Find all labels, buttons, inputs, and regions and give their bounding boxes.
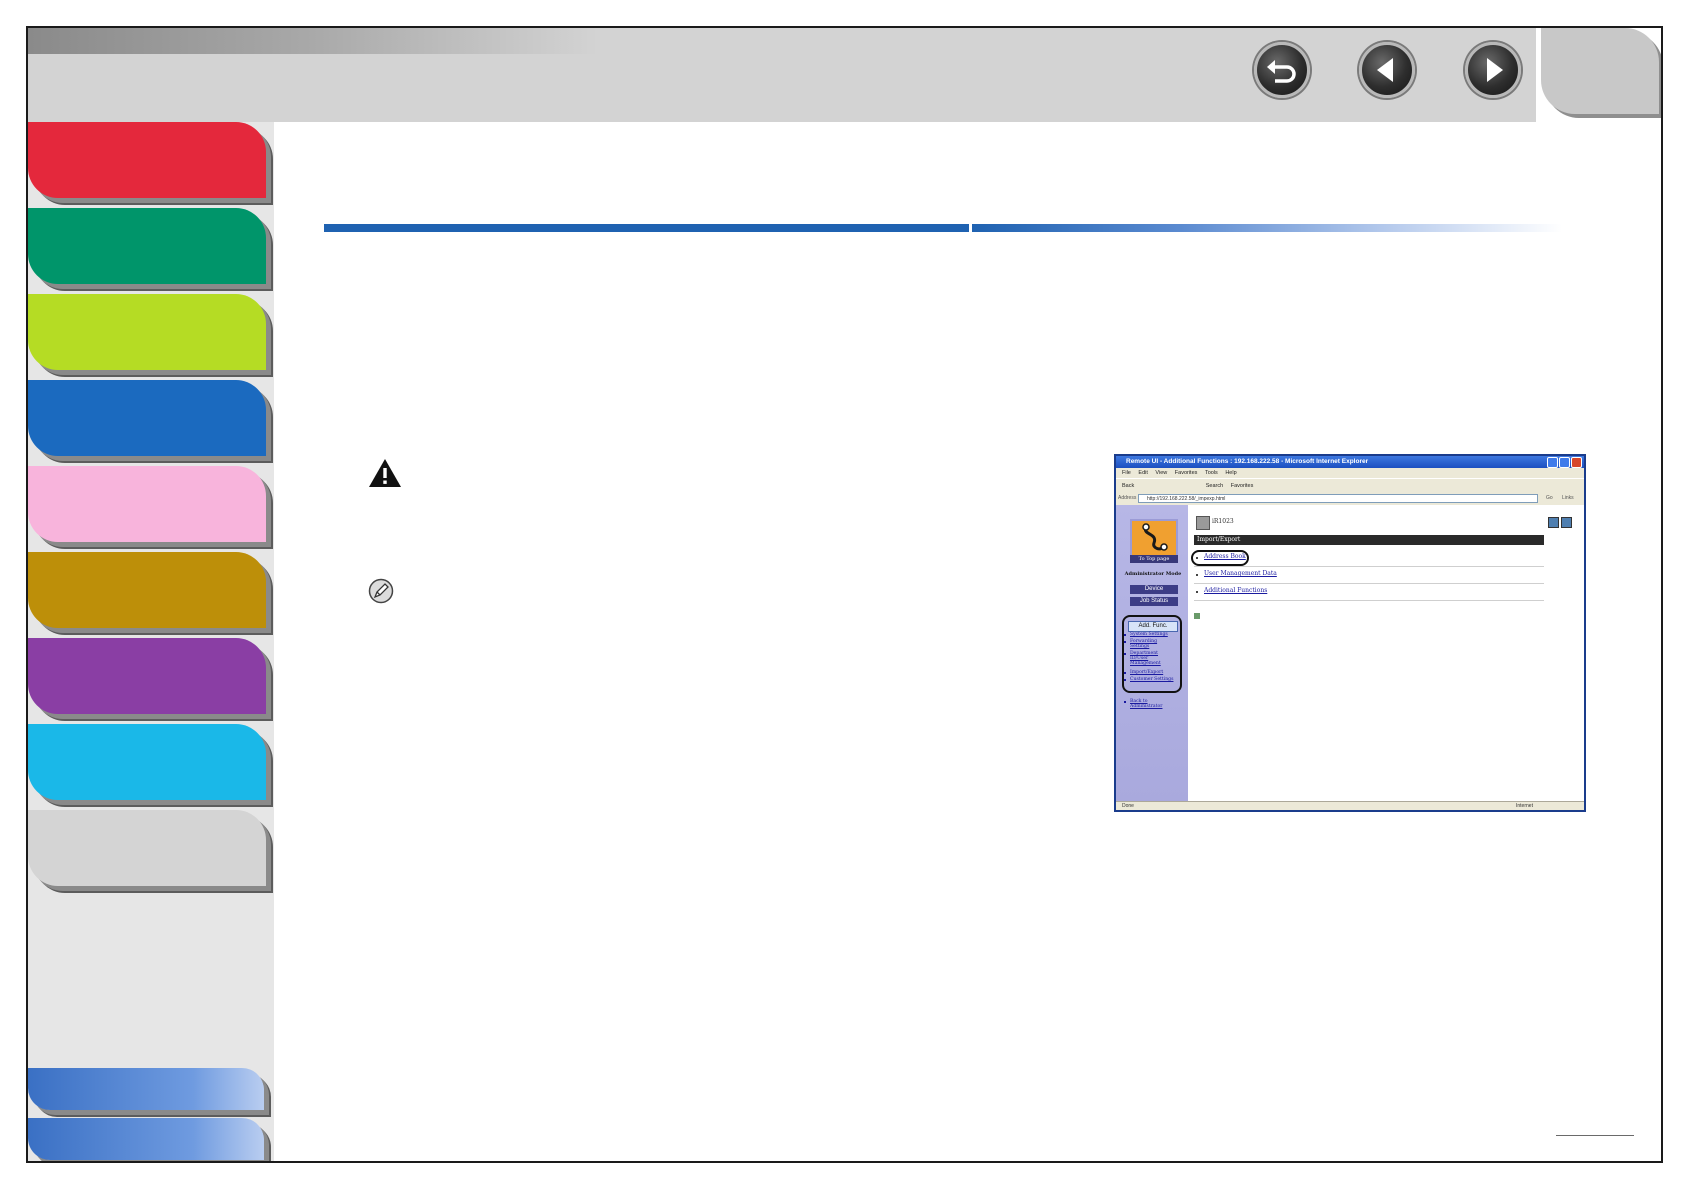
page-top-icon[interactable]: [1194, 613, 1200, 619]
department-id-link[interactable]: Department ID/User Management: [1130, 651, 1176, 666]
remote-ui-logo: [1130, 519, 1178, 559]
toolbar-favorites[interactable]: Favorites: [1231, 483, 1254, 489]
help-icon[interactable]: [1561, 517, 1572, 528]
browser-toolbar: Back Search Favorites: [1116, 478, 1584, 493]
triangle-left-icon: [1377, 58, 1393, 82]
menu-file[interactable]: File: [1122, 470, 1131, 476]
add-func-button[interactable]: Add. Func.: [1128, 621, 1178, 632]
address-label: Address: [1118, 495, 1137, 501]
chapter-tab-1[interactable]: [28, 122, 266, 198]
additional-functions-link[interactable]: Additional Functions: [1204, 587, 1267, 594]
chapter-tab-8[interactable]: [28, 724, 266, 800]
address-field[interactable]: http://192.168.222.58/_impexp.html: [1138, 494, 1538, 503]
chapter-tab-9[interactable]: [28, 810, 266, 886]
links-label: Links: [1562, 495, 1574, 501]
bullet: [1196, 591, 1198, 593]
menu-help[interactable]: Help: [1225, 470, 1236, 476]
bullet: [1196, 557, 1198, 559]
menu-favorites[interactable]: Favorites: [1175, 470, 1198, 476]
chapter-tab-4[interactable]: [28, 380, 266, 456]
system-settings-link[interactable]: System Settings: [1130, 632, 1176, 637]
user-management-data-link[interactable]: User Management Data: [1204, 570, 1277, 577]
remote-ui-sidebar: To Top page Administrator Mode Device Jo…: [1116, 505, 1188, 801]
printer-icon: [1196, 516, 1210, 530]
title-rule: [324, 224, 969, 232]
go-button[interactable]: Go: [1546, 493, 1553, 504]
divider: [1194, 600, 1544, 601]
toolbar-search[interactable]: Search: [1206, 483, 1223, 489]
previous-page-button[interactable]: [1359, 42, 1415, 98]
next-page-button[interactable]: [1465, 42, 1521, 98]
menu-tools[interactable]: Tools: [1205, 470, 1218, 476]
link-tab-2[interactable]: [28, 1118, 264, 1160]
device-name: iR1023: [1212, 518, 1234, 525]
bullet: [1124, 634, 1126, 636]
divider: [1194, 566, 1544, 567]
browser-menu-bar: File Edit View Favorites Tools Help: [1116, 468, 1584, 478]
admin-mode-label: Administrator Mode: [1124, 571, 1182, 577]
header-bar: [28, 28, 1536, 122]
corner-tab[interactable]: [1541, 28, 1659, 114]
header-gradient: [28, 28, 598, 54]
page-number-rule: [1556, 1135, 1634, 1136]
bullet: [1124, 701, 1126, 703]
triangle-right-icon: [1487, 58, 1503, 82]
header-buttons: [1548, 517, 1572, 528]
device-header: iR1023: [1194, 515, 1582, 531]
caution-icon: [369, 459, 401, 487]
minimize-icon[interactable]: [1547, 457, 1558, 468]
job-status-button[interactable]: Job Status: [1130, 597, 1178, 606]
divider: [1194, 583, 1544, 584]
note-pencil-icon: [368, 578, 394, 604]
logo-icon: [1142, 523, 1168, 551]
customer-settings-link[interactable]: Customer Settings: [1130, 677, 1176, 682]
bullet: [1124, 653, 1126, 655]
menu-view[interactable]: View: [1155, 470, 1167, 476]
return-arrow-icon: [1267, 60, 1296, 83]
forwarding-settings-link[interactable]: Forwarding Settings: [1130, 639, 1176, 649]
chapter-tab-2[interactable]: [28, 208, 266, 284]
toolbar-back[interactable]: Back: [1122, 483, 1134, 489]
back-button[interactable]: [1254, 42, 1310, 98]
bullet: [1124, 641, 1126, 643]
close-icon[interactable]: [1571, 457, 1582, 468]
window-title: Remote UI - Additional Functions : 192.1…: [1116, 456, 1584, 468]
browser-status-bar: Done Internet: [1116, 801, 1584, 810]
chapter-tab-5[interactable]: [28, 466, 266, 542]
status-zone: Internet: [1516, 803, 1533, 809]
device-button[interactable]: Device: [1130, 585, 1178, 594]
bullet: [1124, 679, 1126, 681]
refresh-icon[interactable]: [1548, 517, 1559, 528]
import-export-link[interactable]: Import/Export: [1130, 670, 1176, 675]
remote-ui-main: iR1023 Import/Export Address Book User M…: [1188, 505, 1584, 801]
menu-edit[interactable]: Edit: [1138, 470, 1147, 476]
maximize-icon[interactable]: [1559, 457, 1570, 468]
chapter-sidebar: [28, 122, 274, 1161]
address-bar: Address http://192.168.222.58/_impexp.ht…: [1116, 493, 1584, 504]
chapter-tab-6[interactable]: [28, 552, 266, 628]
window-controls: [1547, 457, 1582, 468]
section-title: Import/Export: [1194, 535, 1544, 545]
bullet: [1196, 574, 1198, 576]
back-to-admin-link[interactable]: Back to Administrator: [1130, 699, 1176, 709]
page-frame: Remote UI - Additional Functions : 192.1…: [26, 26, 1663, 1163]
address-book-link[interactable]: Address Book: [1204, 553, 1246, 560]
title-rule-gradient: [972, 224, 1562, 232]
bullet: [1124, 672, 1126, 674]
top-page-link[interactable]: To Top page: [1130, 555, 1178, 563]
chapter-tab-3[interactable]: [28, 294, 266, 370]
link-tab-1[interactable]: [28, 1068, 264, 1110]
remote-ui-screenshot: Remote UI - Additional Functions : 192.1…: [1114, 454, 1586, 812]
status-done: Done: [1122, 803, 1134, 809]
chapter-tab-7[interactable]: [28, 638, 266, 714]
